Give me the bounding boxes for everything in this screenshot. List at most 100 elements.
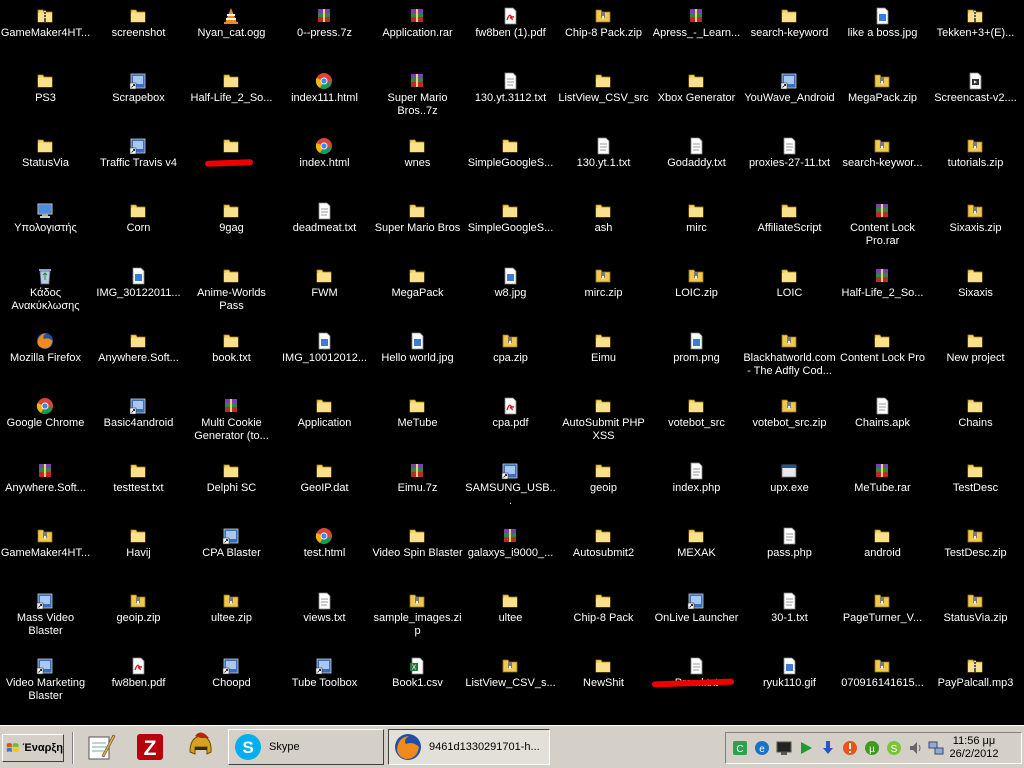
play-tray-icon[interactable] (798, 740, 814, 756)
monitor-tray-icon[interactable] (776, 740, 792, 756)
desktop-icon[interactable]: Scrapebox (92, 65, 185, 127)
desktop-icon[interactable]: book.txt (185, 325, 278, 387)
desktop-icon[interactable]: ultee.zip (185, 585, 278, 647)
spartan-quicklaunch-icon[interactable] (183, 730, 217, 764)
camtasia-tray-icon[interactable]: C (732, 740, 748, 756)
desktop-icon[interactable]: Tube Toolbox (278, 650, 371, 712)
desktop-icon[interactable]: Sixaxis (929, 260, 1022, 322)
desktop-icon[interactable]: YouWave_Android (743, 65, 836, 127)
desktop-icon[interactable]: wnes (371, 130, 464, 192)
desktop-icon[interactable] (185, 130, 278, 192)
desktop-icon[interactable]: screenshot (92, 0, 185, 62)
desktop-icon[interactable]: Choopd (185, 650, 278, 712)
desktop-icon[interactable]: New project (929, 325, 1022, 387)
desktop-icon[interactable]: AutoSubmit PHP XSS (557, 390, 650, 452)
download-tray-icon[interactable] (820, 740, 836, 756)
desktop-icon[interactable]: mirc.zip (557, 260, 650, 322)
desktop-icon[interactable]: index.html (278, 130, 371, 192)
desktop-icon[interactable]: w8.jpg (464, 260, 557, 322)
desktop-icon[interactable]: Apress_-_Learn... (650, 0, 743, 62)
desktop-icon[interactable]: Tekken+3+(E)... (929, 0, 1022, 62)
desktop-icon[interactable]: deadmeat.txt (278, 195, 371, 257)
desktop-icon[interactable]: Chains.apk (836, 390, 929, 452)
desktop-icon[interactable]: MegaPack (371, 260, 464, 322)
desktop-icon[interactable]: Autosubmit2 (557, 520, 650, 582)
desktop-icon[interactable]: geoip.zip (92, 585, 185, 647)
desktop-icon[interactable]: Κάδος Ανακύκλωσης (0, 260, 92, 322)
desktop-icon[interactable]: IMG_10012012... (278, 325, 371, 387)
desktop-icon[interactable]: Traffic Travis v4 (92, 130, 185, 192)
desktop-icon[interactable]: CPA Blaster (185, 520, 278, 582)
desktop-icon[interactable]: X Book1.csv (371, 650, 464, 712)
desktop-icon[interactable]: ryuk110.gif (743, 650, 836, 712)
desktop-icon[interactable]: test.html (278, 520, 371, 582)
desktop-icon[interactable]: search-keyword (743, 0, 836, 62)
ie-tray-icon[interactable]: e (754, 740, 770, 756)
desktop-icon[interactable]: AffiliateScript (743, 195, 836, 257)
desktop-icon[interactable]: Screencast-v2.... (929, 65, 1022, 127)
desktop-icon[interactable]: Mass Video Blaster (0, 585, 92, 647)
desktop-icon[interactable]: StatusVia.zip (929, 585, 1022, 647)
desktop-icon[interactable]: Chains (929, 390, 1022, 452)
desktop-icon[interactable]: Blackhatworld.com - The Adfly Cod... (743, 325, 836, 387)
network-tray-icon[interactable] (928, 740, 944, 756)
desktop-icon[interactable]: fw8ben.pdf (92, 650, 185, 712)
desktop-icon[interactable]: Hello world.jpg (371, 325, 464, 387)
desktop-icon[interactable]: mirc (650, 195, 743, 257)
alert-tray-icon[interactable] (842, 740, 858, 756)
desktop-icon[interactable]: views.txt (278, 585, 371, 647)
desktop-icon[interactable]: fw8ben (1).pdf (464, 0, 557, 62)
desktop-icon[interactable]: SAMSUNG_USB... (464, 455, 557, 517)
desktop-icon[interactable]: 130.yt.3112.txt (464, 65, 557, 127)
desktop-icon[interactable]: Eimu.7z (371, 455, 464, 517)
desktop-icon[interactable]: Multi Cookie Generator (to... (185, 390, 278, 452)
desktop-icon[interactable]: Super Mario Bros..7z (371, 65, 464, 127)
desktop-icon[interactable]: Anywhere.Soft... (0, 455, 92, 517)
desktop-icon[interactable]: FWM (278, 260, 371, 322)
desktop-icon[interactable]: StatusVia (0, 130, 92, 192)
desktop-icon[interactable]: sample_images.zip (371, 585, 464, 647)
desktop-icon[interactable]: Chip-8 Pack.zip (557, 0, 650, 62)
start-button[interactable]: Έναρξη (2, 734, 64, 762)
desktop-icon[interactable]: LOIC (743, 260, 836, 322)
desktop-icon[interactable]: 130.yt.1.txt (557, 130, 650, 192)
desktop-icon[interactable]: GeoIP.dat (278, 455, 371, 517)
desktop-icon[interactable]: Google Chrome (0, 390, 92, 452)
desktop-icon[interactable]: galaxys_i9000_... (464, 520, 557, 582)
desktop-icon[interactable]: tutorials.zip (929, 130, 1022, 192)
desktop-icon[interactable]: Sixaxis.zip (929, 195, 1022, 257)
desktop-icon[interactable]: Half-Life_2_So... (836, 260, 929, 322)
desktop-icon[interactable]: geoip (557, 455, 650, 517)
desktop-icon[interactable]: Delphi SC (185, 455, 278, 517)
desktop-icon[interactable]: Havij (92, 520, 185, 582)
desktop-icon[interactable]: Nyan_cat.ogg (185, 0, 278, 62)
desktop-icon[interactable]: Basic4android (92, 390, 185, 452)
desktop-icon[interactable]: NewShit (557, 650, 650, 712)
desktop-icon[interactable]: SimpleGoogleS... (464, 130, 557, 192)
desktop-icon[interactable]: prom.png (650, 325, 743, 387)
desktop-icon[interactable]: Chip-8 Pack (557, 585, 650, 647)
desktop-icon[interactable]: Mozilla Firefox (0, 325, 92, 387)
desktop-icon[interactable]: like a boss.jpg (836, 0, 929, 62)
desktop-icon[interactable]: TestDesc (929, 455, 1022, 517)
volume-tray-icon[interactable] (908, 740, 924, 756)
notepad-quicklaunch-icon[interactable] (82, 730, 116, 764)
desktop-icon[interactable]: Half-Life_2_So... (185, 65, 278, 127)
desktop-icon[interactable]: LOIC.zip (650, 260, 743, 322)
desktop-icon[interactable]: MEXAK (650, 520, 743, 582)
desktop[interactable]: GameMaker4HT... screenshot Nyan_cat.ogg 0--… (0, 0, 1024, 725)
desktop-icon[interactable]: testtest.txt (92, 455, 185, 517)
desktop-icon[interactable]: upx.exe (743, 455, 836, 517)
desktop-icon[interactable]: Pro...l.txt (650, 650, 743, 712)
desktop-icon[interactable]: Eimu (557, 325, 650, 387)
desktop-icon[interactable]: android (836, 520, 929, 582)
desktop-icon[interactable]: ultee (464, 585, 557, 647)
desktop-icon[interactable]: OnLive Launcher (650, 585, 743, 647)
desktop-icon[interactable]: index.php (650, 455, 743, 517)
skype-tray-icon[interactable]: S (886, 740, 902, 756)
desktop-icon[interactable]: Super Mario Bros (371, 195, 464, 257)
desktop-icon[interactable]: proxies-27-11.txt (743, 130, 836, 192)
desktop-icon[interactable]: 070916141615... (836, 650, 929, 712)
desktop-icon[interactable]: Anime-Worlds Pass (185, 260, 278, 322)
desktop-icon[interactable]: search-keywor... (836, 130, 929, 192)
